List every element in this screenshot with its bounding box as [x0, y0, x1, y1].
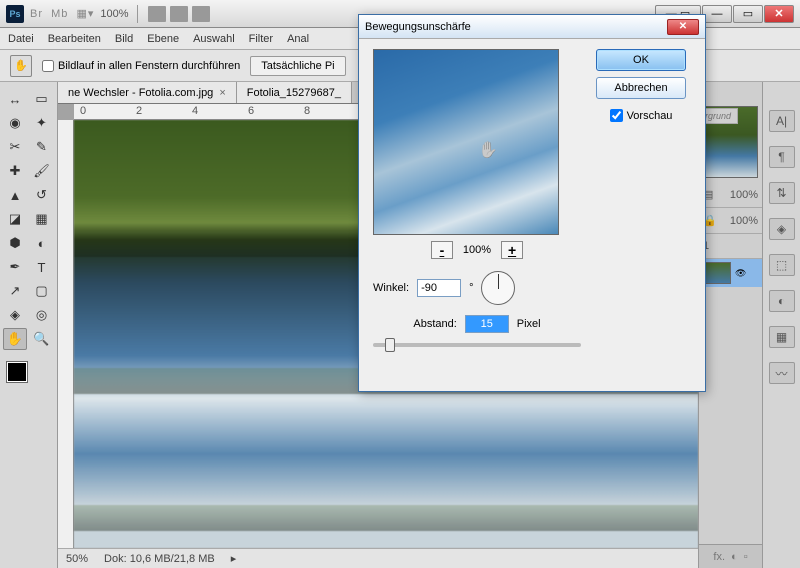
current-tool-icon[interactable]: ✋ — [10, 55, 32, 77]
extras-icon[interactable] — [192, 6, 210, 22]
status-docsize: Dok: 10,6 MB/21,8 MB — [104, 553, 215, 565]
eraser-tool-icon[interactable]: ◪ — [3, 208, 27, 230]
hand-tool-icon[interactable]: ✋ — [3, 328, 27, 350]
dialog-title: Bewegungsunschärfe — [365, 21, 471, 33]
menu-bild[interactable]: Bild — [115, 33, 133, 45]
preview-checkbox[interactable]: Vorschau — [610, 109, 673, 122]
distance-label: Abstand: — [413, 318, 456, 330]
zoom-out-button[interactable]: - — [431, 241, 453, 259]
fill-row[interactable]: 🔒100% — [699, 208, 762, 234]
status-zoom[interactable]: 50% — [66, 553, 88, 565]
layer-thumb — [703, 262, 731, 284]
brush-panel-icon[interactable]: 〰 — [769, 362, 795, 384]
app-icon: Ps — [6, 5, 24, 23]
angle-input[interactable] — [417, 279, 461, 297]
mode-row: 1 — [699, 234, 762, 259]
zoom-in-button[interactable]: + — [501, 241, 523, 259]
dodge-tool-icon[interactable]: ◐ — [30, 232, 54, 254]
heal-tool-icon[interactable]: ✚ — [3, 160, 27, 182]
menu-analyse[interactable]: Anal — [287, 33, 309, 45]
color-panel-icon[interactable]: ◐ — [769, 290, 795, 312]
layers-panel: ▤100% 🔒100% 1 👁 fx.◐▫ — [698, 82, 762, 568]
preview-zoom: 100% — [463, 244, 491, 256]
preview-image[interactable] — [373, 49, 559, 235]
maximize-button[interactable]: ▭ — [733, 5, 763, 23]
dialog-close-button[interactable]: ✕ — [667, 19, 699, 35]
scroll-all-label: Bildlauf in allen Fenstern durchführen — [58, 60, 240, 72]
slider-handle[interactable] — [385, 338, 395, 352]
doc-tab-1-label: ne Wechsler - Fotolia.com.jpg — [68, 87, 213, 99]
type-tool-icon[interactable]: T — [30, 256, 54, 278]
cancel-button[interactable]: Abbrechen — [596, 77, 686, 99]
doc-tab-1[interactable]: ne Wechsler - Fotolia.com.jpg × — [58, 82, 237, 103]
wand-tool-icon[interactable]: ✦ — [30, 112, 54, 134]
type-panel-icon[interactable]: A| — [769, 110, 795, 132]
dialog-titlebar[interactable]: Bewegungsunschärfe ✕ — [359, 15, 705, 39]
minimize-button[interactable]: — — [702, 5, 732, 23]
scroll-all-checkbox[interactable]: Bildlauf in allen Fenstern durchführen — [42, 60, 240, 72]
preview-label: Vorschau — [627, 110, 673, 122]
move-tool-icon[interactable]: ↔ — [3, 88, 27, 110]
layers-footer[interactable]: fx.◐▫ — [699, 544, 762, 568]
close-icon[interactable]: × — [219, 87, 225, 99]
3d-tool-icon[interactable]: ◈ — [3, 304, 27, 326]
shape-tool-icon[interactable]: ▢ — [30, 280, 54, 302]
color-swatches[interactable] — [3, 358, 54, 394]
camera-tool-icon[interactable]: ◎ — [30, 304, 54, 326]
swatches-panel-icon[interactable]: ▦ — [769, 326, 795, 348]
marquee-tool-icon[interactable]: ▭ — [30, 88, 54, 110]
brush-tool-icon[interactable]: 🖌 — [30, 160, 54, 182]
layer-row[interactable]: 👁 — [699, 259, 762, 287]
menu-ebene[interactable]: Ebene — [147, 33, 179, 45]
history-tool-icon[interactable]: ↺ — [30, 184, 54, 206]
toolbox: ↔ ▭ ◉ ✦ ✂ ✎ ✚ 🖌 ▲ ↺ ◪ ▦ ⬢ ◐ ✒ T ↗ ▢ ◈ ◎ … — [0, 82, 58, 568]
collapsed-panels: A| ¶ ⇅ ◈ ⬚ ◐ ▦ 〰 — [762, 82, 800, 568]
screen-mode-icon[interactable] — [170, 6, 188, 22]
gradient-tool-icon[interactable]: ▦ — [30, 208, 54, 230]
zoom-tool-icon[interactable]: 🔍 — [30, 328, 54, 350]
lasso-tool-icon[interactable]: ◉ — [3, 112, 27, 134]
distance-input[interactable] — [465, 315, 509, 333]
status-bar: 50% Dok: 10,6 MB/21,8 MB ▸ — [58, 548, 698, 568]
close-button[interactable]: ✕ — [764, 5, 794, 23]
eyedropper-tool-icon[interactable]: ✎ — [30, 136, 54, 158]
pen-tool-icon[interactable]: ✒ — [3, 256, 27, 278]
menu-datei[interactable]: Datei — [8, 33, 34, 45]
app-mode-icons: Br Mb ▦▾ — [30, 7, 94, 20]
ok-button[interactable]: OK — [596, 49, 686, 71]
doc-tab-2-label: Fotolia_15279687_ — [247, 87, 341, 99]
crop-tool-icon[interactable]: ✂ — [3, 136, 27, 158]
doc-tab-2[interactable]: Fotolia_15279687_ — [237, 82, 352, 103]
menu-auswahl[interactable]: Auswahl — [193, 33, 235, 45]
adjust-panel-icon[interactable]: ⇅ — [769, 182, 795, 204]
transform-panel-icon[interactable]: ⬚ — [769, 254, 795, 276]
blur-tool-icon[interactable]: ⬢ — [3, 232, 27, 254]
stamp-tool-icon[interactable]: ▲ — [3, 184, 27, 206]
angle-unit: ° — [469, 282, 473, 294]
styles-panel-icon[interactable]: ◈ — [769, 218, 795, 240]
path-tool-icon[interactable]: ↗ — [3, 280, 27, 302]
status-arrow-icon[interactable]: ▸ — [231, 552, 237, 565]
angle-label: Winkel: — [373, 282, 409, 294]
distance-slider[interactable] — [373, 343, 581, 347]
menu-filter[interactable]: Filter — [249, 33, 273, 45]
arrange-icon[interactable] — [148, 6, 166, 22]
opacity-row[interactable]: ▤100% — [699, 182, 762, 208]
menu-bearbeiten[interactable]: Bearbeiten — [48, 33, 101, 45]
paragraph-panel-icon[interactable]: ¶ — [769, 146, 795, 168]
actual-pixels-button[interactable]: Tatsächliche Pi — [250, 56, 345, 76]
motion-blur-dialog: Bewegungsunschärfe ✕ - 100% + Winkel: ° … — [358, 14, 706, 392]
zoom-level[interactable]: 100% — [100, 8, 128, 20]
angle-dial[interactable] — [481, 271, 515, 305]
distance-unit: Pixel — [517, 318, 541, 330]
ruler-vertical — [58, 120, 74, 548]
